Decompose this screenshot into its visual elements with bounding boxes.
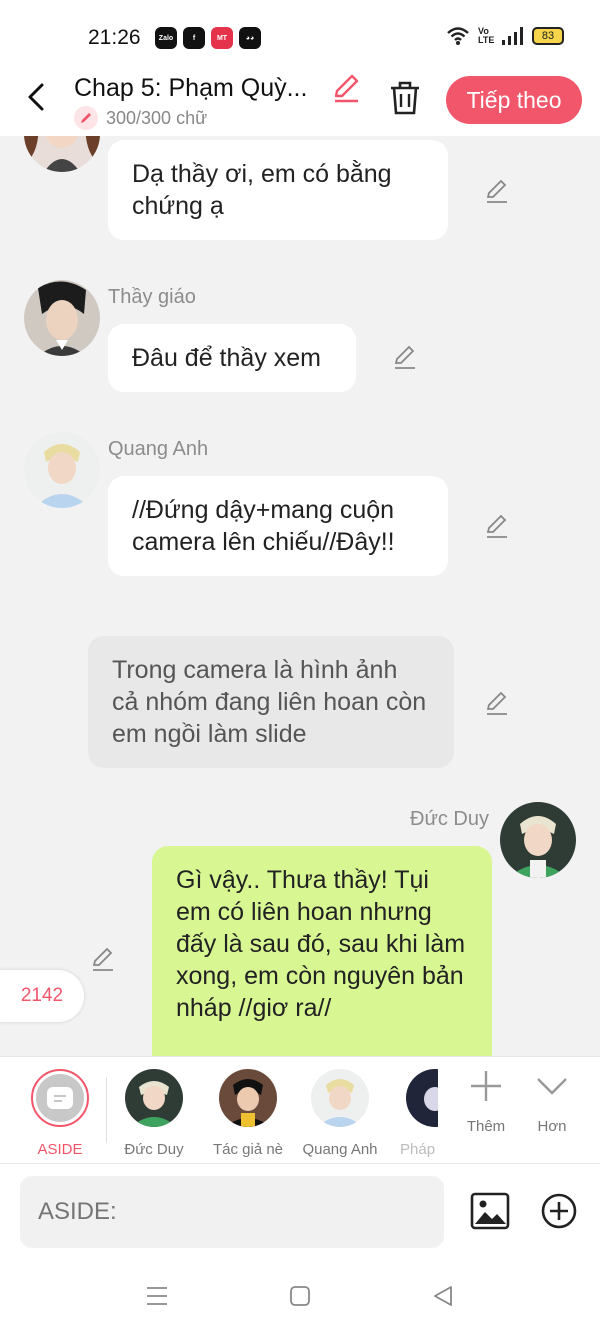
menu-icon[interactable] [145, 1284, 169, 1308]
home-icon[interactable] [288, 1284, 312, 1308]
facebook-icon: f [183, 27, 205, 49]
avatar[interactable] [24, 280, 100, 356]
add-character-button[interactable]: Thêm [456, 1069, 516, 1135]
word-count: 300/300 chữ [106, 107, 208, 128]
image-icon[interactable] [470, 1192, 510, 1230]
character-duc-duy[interactable]: Đức Duy [108, 1069, 200, 1158]
character-selector: ASIDE Đức Duy Tác giả nè Quang Anh Pháp … [0, 1056, 600, 1164]
composer [0, 1164, 600, 1264]
edit-message-icon[interactable] [484, 178, 510, 204]
battery-icon: 83 [532, 27, 564, 45]
avatar [125, 1069, 183, 1127]
more-button[interactable]: Hơn [522, 1069, 582, 1135]
signal-icon [502, 27, 523, 45]
character-label: Tác giả nè [212, 1141, 284, 1158]
character-aside[interactable]: ASIDE [14, 1069, 106, 1158]
volte-icon: Vo LTE [478, 26, 495, 45]
edit-message-icon[interactable] [392, 344, 418, 370]
edit-message-icon[interactable] [90, 946, 116, 972]
status-bar: 21:26 Zalo f MT ◕◕ Vo LTE 83 [0, 0, 600, 72]
avatar [311, 1069, 369, 1127]
character-label: Pháp [400, 1141, 436, 1158]
chapter-header: Chap 5: Phạm Quỳ... 300/300 chữ Tiếp the… [0, 72, 600, 136]
system-indicators: Vo LTE 83 [446, 26, 564, 46]
narration-bubble[interactable]: Trong camera là hình ảnh cả nhóm đang li… [88, 636, 454, 768]
next-button[interactable]: Tiếp theo [446, 76, 582, 124]
sender-name: Đức Duy [410, 808, 489, 830]
character-label: Đức Duy [124, 1141, 184, 1158]
trash-icon[interactable] [388, 80, 422, 116]
chevron-down-icon [537, 1078, 567, 1095]
character-label: Quang Anh [302, 1141, 378, 1158]
message-bubble[interactable]: Dạ thầy ơi, em có bằng chứng ạ [108, 140, 448, 240]
avatar [406, 1069, 438, 1127]
more-label: Hơn [537, 1118, 567, 1135]
back-arrow-icon[interactable] [22, 82, 52, 112]
message-bubble[interactable]: Đâu để thầy xem [108, 324, 356, 392]
divider [106, 1077, 107, 1143]
character-counter: 2142 [0, 970, 84, 1022]
mangatoon-icon: MT [211, 27, 233, 49]
add-label: Thêm [466, 1118, 506, 1135]
my-message-bubble[interactable]: Gì vậy.. Thưa thầy! Tụi em có liên hoan … [152, 846, 492, 1056]
chat-area[interactable]: Dạ thầy ơi, em có bằng chứng ạ Thầy giáo… [0, 136, 600, 1056]
sender-name: Quang Anh [108, 438, 209, 460]
word-count-line: 300/300 chữ [74, 106, 207, 130]
edit-message-icon[interactable] [484, 513, 510, 539]
message-input[interactable] [20, 1176, 444, 1248]
character-label: ASIDE [37, 1141, 83, 1158]
avatar [219, 1069, 277, 1127]
character-phap[interactable]: Pháp [378, 1069, 438, 1158]
pencil-icon [74, 106, 98, 130]
avatar[interactable] [500, 802, 576, 878]
zalo-icon: Zalo [155, 27, 177, 49]
clock: 21:26 [88, 26, 141, 49]
chapter-title: Chap 5: Phạm Quỳ... [74, 74, 308, 102]
cat-app-icon: ◕◕ [239, 27, 261, 49]
wifi-icon [447, 27, 469, 45]
plus-icon [471, 1071, 501, 1101]
system-nav-bar [0, 1264, 600, 1333]
notification-icons: Zalo f MT ◕◕ [155, 27, 261, 49]
character-quang-anh[interactable]: Quang Anh [294, 1069, 386, 1158]
message-bubble[interactable]: //Đứng dậy+mang cuộn camera lên chiếu//Đ… [108, 476, 448, 576]
edit-title-icon[interactable] [330, 72, 362, 104]
character-tac-gia-ne[interactable]: Tác giả nè [202, 1069, 294, 1158]
avatar[interactable] [24, 432, 100, 508]
avatar[interactable] [24, 136, 100, 172]
sender-name: Thầy giáo [108, 286, 196, 308]
back-triangle-icon[interactable] [431, 1284, 455, 1308]
add-circle-icon[interactable] [540, 1192, 578, 1230]
aside-icon [36, 1074, 84, 1122]
edit-message-icon[interactable] [484, 690, 510, 716]
